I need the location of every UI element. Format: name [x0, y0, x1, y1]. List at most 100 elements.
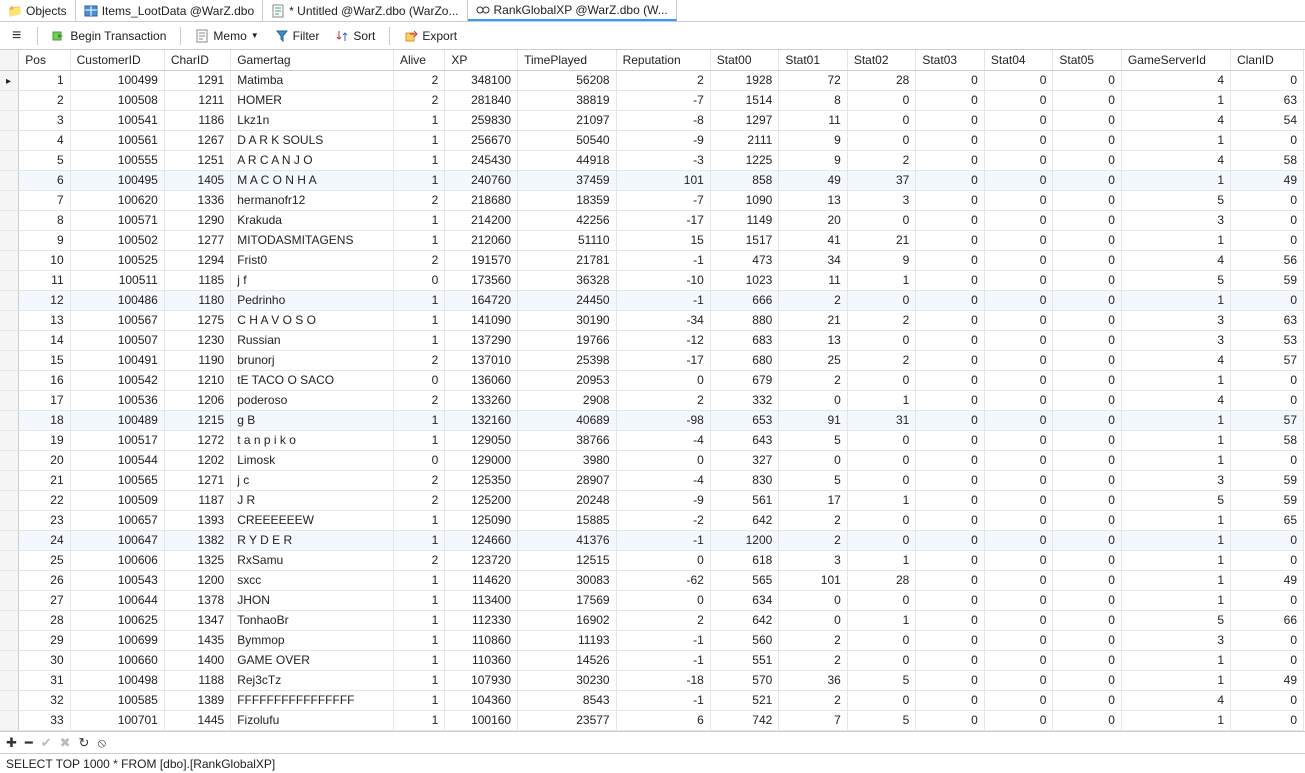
- cell[interactable]: 100499: [70, 70, 164, 90]
- cell[interactable]: 3: [1121, 310, 1230, 330]
- cell[interactable]: 1: [1121, 230, 1230, 250]
- cell[interactable]: 858: [710, 170, 779, 190]
- cell[interactable]: 0: [1231, 70, 1304, 90]
- cell[interactable]: 8: [19, 210, 70, 230]
- cell[interactable]: 9: [19, 230, 70, 250]
- cell[interactable]: 0: [984, 270, 1053, 290]
- cell[interactable]: 679: [710, 370, 779, 390]
- cell[interactable]: 830: [710, 470, 779, 490]
- cell[interactable]: 9: [779, 130, 848, 150]
- cell[interactable]: 1225: [710, 150, 779, 170]
- cell[interactable]: 53: [1231, 330, 1304, 350]
- cell[interactable]: 15: [616, 230, 710, 250]
- cell[interactable]: 0: [1053, 410, 1122, 430]
- cell[interactable]: 100606: [70, 550, 164, 570]
- cell[interactable]: 1149: [710, 210, 779, 230]
- cell[interactable]: 0: [916, 630, 985, 650]
- cell[interactable]: 0: [916, 350, 985, 370]
- cell[interactable]: 2908: [518, 390, 616, 410]
- cell[interactable]: 0: [916, 310, 985, 330]
- cell[interactable]: 30: [19, 650, 70, 670]
- cell[interactable]: 565: [710, 570, 779, 590]
- cell[interactable]: 0: [916, 210, 985, 230]
- cell[interactable]: 0: [847, 430, 916, 450]
- cell[interactable]: 0: [984, 150, 1053, 170]
- cell[interactable]: 561: [710, 490, 779, 510]
- cell[interactable]: 0: [1053, 590, 1122, 610]
- cell[interactable]: 0: [1053, 110, 1122, 130]
- cell[interactable]: 4: [1121, 390, 1230, 410]
- cell[interactable]: 521: [710, 690, 779, 710]
- cell[interactable]: -3: [616, 150, 710, 170]
- row-indicator[interactable]: [0, 370, 19, 390]
- cell[interactable]: 2: [847, 310, 916, 330]
- cell[interactable]: 58: [1231, 430, 1304, 450]
- table-row[interactable]: 291006991435Bymmop111086011193-156020000…: [0, 630, 1304, 650]
- cell[interactable]: 0: [984, 410, 1053, 430]
- cell[interactable]: -1: [616, 250, 710, 270]
- cell[interactable]: 0: [779, 590, 848, 610]
- cell[interactable]: 0: [984, 650, 1053, 670]
- cell[interactable]: 0: [984, 290, 1053, 310]
- cell[interactable]: 0: [1053, 70, 1122, 90]
- cell[interactable]: 1: [393, 210, 444, 230]
- cell[interactable]: 1: [393, 330, 444, 350]
- cell[interactable]: 191570: [445, 250, 518, 270]
- cell[interactable]: 11193: [518, 630, 616, 650]
- row-indicator[interactable]: [0, 450, 19, 470]
- cell[interactable]: 0: [1053, 190, 1122, 210]
- table-row[interactable]: 321005851389FFFFFFFFFFFFFFFF11043608543-…: [0, 690, 1304, 710]
- cell[interactable]: 100620: [70, 190, 164, 210]
- cell[interactable]: 7: [19, 190, 70, 210]
- table-row[interactable]: 281006251347TonhaoBr11123301690226420100…: [0, 610, 1304, 630]
- column-header[interactable]: XP: [445, 50, 518, 70]
- cell[interactable]: 1200: [164, 570, 230, 590]
- cell[interactable]: 57: [1231, 410, 1304, 430]
- tab-untitled[interactable]: * Untitled @WarZ.dbo (WarZo...: [263, 0, 467, 21]
- cell[interactable]: 137010: [445, 350, 518, 370]
- cell[interactable]: 0: [847, 690, 916, 710]
- cell[interactable]: 5: [1121, 610, 1230, 630]
- cell[interactable]: 2: [779, 650, 848, 670]
- cell[interactable]: 1211: [164, 90, 230, 110]
- cell[interactable]: 683: [710, 330, 779, 350]
- cell[interactable]: 2: [847, 150, 916, 170]
- cell[interactable]: 28: [847, 70, 916, 90]
- cell[interactable]: 129050: [445, 430, 518, 450]
- cell[interactable]: 742: [710, 710, 779, 730]
- table-row[interactable]: 31005411186Lkz1n125983021097-81297110000…: [0, 110, 1304, 130]
- cell[interactable]: 0: [984, 170, 1053, 190]
- cell[interactable]: 0: [1053, 270, 1122, 290]
- cell[interactable]: sxcc: [231, 570, 394, 590]
- table-row[interactable]: 161005421210tE TACO O SACO01360602095306…: [0, 370, 1304, 390]
- cell[interactable]: 0: [984, 630, 1053, 650]
- cell[interactable]: 0: [916, 450, 985, 470]
- cell[interactable]: 2: [393, 550, 444, 570]
- menu-icon[interactable]: ≡: [4, 27, 29, 45]
- cell[interactable]: 0: [984, 90, 1053, 110]
- cell[interactable]: -1: [616, 290, 710, 310]
- cell[interactable]: 0: [1053, 450, 1122, 470]
- cell[interactable]: 3: [19, 110, 70, 130]
- cell[interactable]: 13: [779, 330, 848, 350]
- cell[interactable]: 0: [1053, 570, 1122, 590]
- table-row[interactable]: 181004891215g B113216040689-986539131000…: [0, 410, 1304, 430]
- cell[interactable]: 0: [1053, 530, 1122, 550]
- cell[interactable]: 65: [1231, 510, 1304, 530]
- cell[interactable]: 42256: [518, 210, 616, 230]
- cell[interactable]: 1291: [164, 70, 230, 90]
- cell[interactable]: 1: [393, 530, 444, 550]
- column-header[interactable]: Gamertag: [231, 50, 394, 70]
- cell[interactable]: 4: [1121, 110, 1230, 130]
- table-row[interactable]: 81005711290Krakuda121420042256-171149200…: [0, 210, 1304, 230]
- cell[interactable]: 12: [19, 290, 70, 310]
- cell[interactable]: 0: [916, 530, 985, 550]
- cell[interactable]: 0: [847, 470, 916, 490]
- cell[interactable]: 5: [779, 430, 848, 450]
- table-row[interactable]: ▸11004991291Matimba234810056208219287228…: [0, 70, 1304, 90]
- cell[interactable]: 141090: [445, 310, 518, 330]
- cell[interactable]: 100567: [70, 310, 164, 330]
- cell[interactable]: 0: [916, 270, 985, 290]
- cell[interactable]: 20248: [518, 490, 616, 510]
- cell[interactable]: 16902: [518, 610, 616, 630]
